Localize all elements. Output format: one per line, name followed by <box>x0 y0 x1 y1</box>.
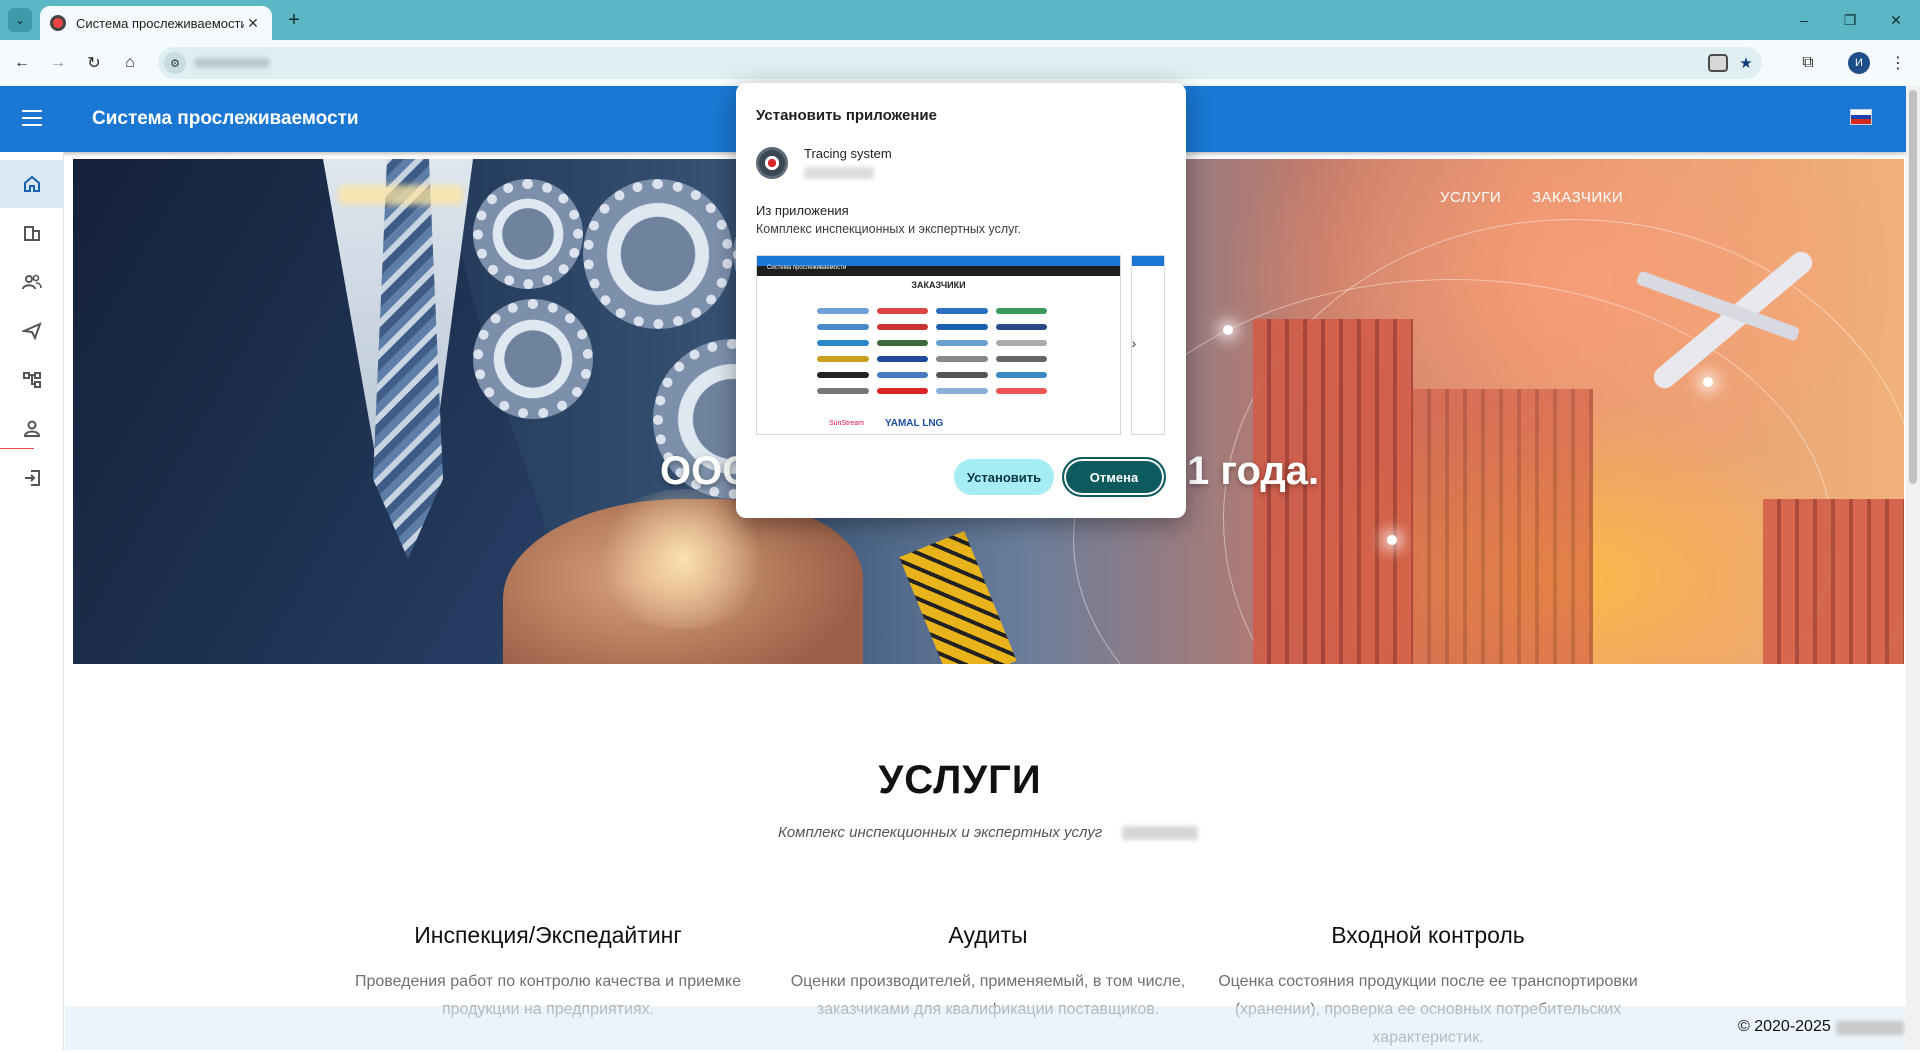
screenshot-logo-yamal: YAMAL LNG <box>885 418 944 429</box>
screenshot-logo-grid <box>817 308 1047 394</box>
app-title: Система прослеживаемости <box>92 108 359 129</box>
close-window-button[interactable]: ✕ <box>1876 8 1916 32</box>
sidebar-item-login[interactable] <box>0 454 64 502</box>
service-title-audits: Аудиты <box>948 922 1028 948</box>
bookmark-star-icon[interactable]: ★ <box>1736 53 1756 73</box>
browser-toolbar: ← → ↻ ⌂ ⚙ ★ ⧉ И ⋮ <box>0 40 1920 86</box>
airplane-image <box>1593 219 1817 419</box>
address-bar[interactable]: ⚙ ★ <box>158 47 1762 79</box>
sidebar-item-home[interactable] <box>0 160 64 208</box>
service-title-inspection: Инспекция/Экспедайтинг <box>414 922 682 948</box>
sidebar-item-send[interactable] <box>0 307 64 355</box>
screenshot-header: Система прослеживаемости <box>757 256 1120 271</box>
tab-search-button[interactable]: ⌄ <box>8 8 32 32</box>
tab-strip: ⌄ Система прослеживаемости ✕ + – ❐ ✕ <box>0 0 1920 40</box>
buildings-icon <box>24 226 40 241</box>
tab-title: Система прослеживаемости <box>76 15 244 31</box>
services-title: УСЛУГИ <box>878 758 1042 802</box>
side-navigation <box>0 152 64 1050</box>
tab-close-icon[interactable]: ✕ <box>244 15 262 32</box>
company-logo-redacted <box>338 185 463 205</box>
cancel-button[interactable]: Отмена <box>1062 457 1166 497</box>
footer-band <box>65 1006 1906 1050</box>
screenshot-heading: ЗАКАЗЧИКИ <box>911 280 966 290</box>
scrollbar-thumb[interactable] <box>1909 90 1917 484</box>
profile-avatar[interactable]: И <box>1848 52 1870 74</box>
forward-arrow-icon[interactable]: → <box>46 51 70 75</box>
extensions-icon[interactable]: ⧉ <box>1796 51 1820 75</box>
site-info-icon[interactable]: ⚙ <box>164 52 186 74</box>
sidebar-item-profile[interactable] <box>0 405 64 453</box>
browser-tab-active[interactable]: Система прослеживаемости ✕ <box>40 6 272 40</box>
url-text-redacted <box>194 58 270 68</box>
sidebar-item-structure[interactable] <box>0 356 64 404</box>
sidebar-item-users[interactable] <box>0 258 64 306</box>
login-icon <box>25 470 40 486</box>
tab-favicon-icon <box>50 15 66 31</box>
containers-image <box>1763 499 1904 664</box>
company-name-redacted <box>1122 826 1198 840</box>
home-browser-icon[interactable]: ⌂ <box>118 51 142 75</box>
sidebar-divider <box>0 448 34 449</box>
gear-icon <box>473 299 593 419</box>
minimize-button[interactable]: – <box>1784 8 1824 32</box>
menu-icon[interactable] <box>22 110 42 126</box>
person-icon <box>23 420 41 437</box>
dialog-app-name: Tracing system <box>804 146 892 161</box>
dialog-description: Комплекс инспекционных и экспертных услу… <box>756 222 1021 236</box>
restore-button[interactable]: ❐ <box>1830 8 1870 32</box>
home-icon <box>24 175 40 192</box>
copyright-owner-redacted <box>1836 1021 1904 1035</box>
hero-nav-services[interactable]: УСЛУГИ <box>1440 189 1501 206</box>
service-title-incoming-control: Входной контроль <box>1331 922 1525 948</box>
russia-flag-icon[interactable] <box>1850 109 1872 125</box>
install-app-icon[interactable] <box>1708 53 1728 73</box>
services-subtitle: Комплекс инспекционных и экспертных услу… <box>778 824 1103 841</box>
browser-chrome: ⌄ Система прослеживаемости ✕ + – ❐ ✕ ← →… <box>0 0 1920 86</box>
reload-icon[interactable]: ↻ <box>82 51 106 75</box>
tree-icon <box>23 372 41 388</box>
hero-nav-customers[interactable]: ЗАКАЗЧИКИ <box>1532 189 1623 206</box>
network-node <box>1223 325 1233 335</box>
network-node <box>1703 377 1713 387</box>
containers-image <box>1413 389 1593 664</box>
browser-menu-icon[interactable]: ⋮ <box>1886 51 1910 75</box>
new-tab-button[interactable]: + <box>282 8 306 32</box>
install-button[interactable]: Установить <box>954 459 1054 495</box>
app-logo-icon <box>756 147 788 179</box>
gear-icon <box>583 179 733 329</box>
page-scrollbar[interactable] <box>1906 86 1920 1050</box>
sidebar-item-organizations[interactable] <box>0 209 64 257</box>
install-app-dialog: Установить приложение Tracing system Из … <box>736 83 1186 518</box>
dialog-from-label: Из приложения <box>756 203 849 218</box>
screenshot-next-chevron-icon[interactable]: › <box>1124 333 1144 353</box>
back-arrow-icon[interactable]: ← <box>10 51 34 75</box>
send-icon <box>22 322 42 341</box>
gear-icon <box>473 179 583 289</box>
copyright-text: © 2020-2025 <box>1738 1018 1831 1035</box>
people-icon <box>22 274 42 290</box>
crane-image <box>899 530 1017 664</box>
dialog-app-url-redacted <box>804 167 874 179</box>
screenshot-logo-sunstream: SunStream <box>829 420 865 427</box>
hero-headline-right: 1 года. <box>1187 449 1320 493</box>
app-screenshot-preview: Система прослеживаемости ЗАКАЗЧИКИ SunSt… <box>756 255 1121 435</box>
dialog-title: Установить приложение <box>756 107 937 124</box>
network-node <box>1387 535 1397 545</box>
